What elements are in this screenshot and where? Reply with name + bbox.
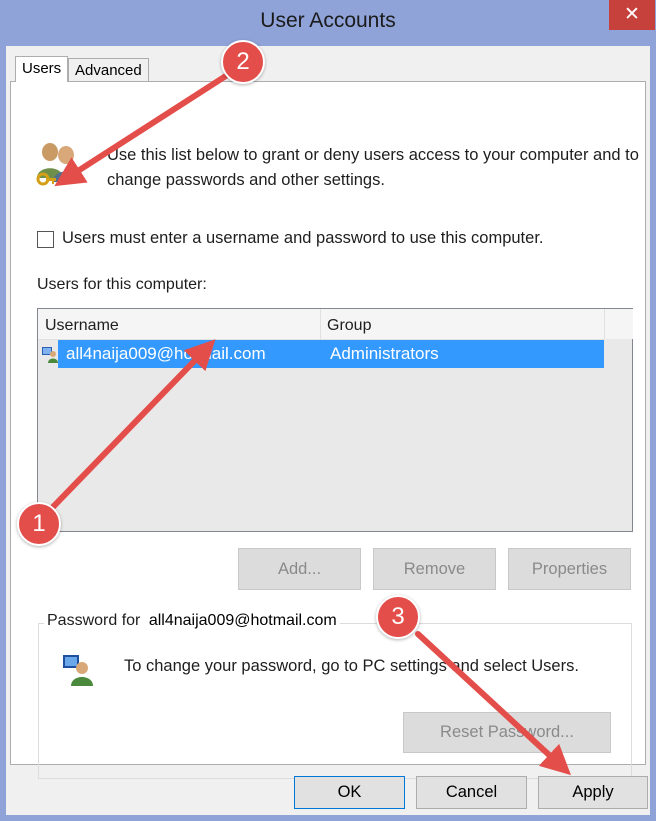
annotation-badge-1: 1 [17,502,61,546]
reset-password-button[interactable]: Reset Password... [403,712,611,753]
table-row[interactable]: all4naija009@hotmail.com Administrators [58,340,604,368]
apply-button[interactable]: Apply [538,776,648,809]
require-login-label[interactable]: Users must enter a username and password… [62,229,543,248]
remove-user-button[interactable]: Remove [373,548,496,590]
column-header-group[interactable]: Group [327,317,371,335]
user-password-icon [63,655,93,686]
list-header: Username Group [38,309,604,340]
ok-button[interactable]: OK [294,776,405,809]
column-divider[interactable] [320,309,321,339]
password-for-label: Password for [47,612,141,629]
users-list[interactable]: Username Group all4naija009@hotmail.com … [37,308,633,532]
tab-users[interactable]: Users [15,56,69,82]
dialog-client-area: Users Advanced Use this list below to gr… [6,46,650,815]
annotation-badge-2: 2 [221,40,265,84]
list-header-filler [604,309,633,339]
row-username: all4naija009@hotmail.com [66,344,266,363]
cancel-button[interactable]: Cancel [416,776,527,809]
close-button[interactable]: ✕ [609,0,655,30]
title-bar[interactable]: User Accounts ✕ [0,0,656,46]
column-header-username[interactable]: Username [45,317,119,335]
user-accounts-window: User Accounts ✕ Users Advanced Use this … [0,0,656,821]
password-user-name: all4naija009@hotmail.com [148,612,337,629]
row-group: Administrators [330,344,439,363]
tab-advanced[interactable]: Advanced [68,58,149,82]
properties-button[interactable]: Properties [508,548,631,590]
user-account-icon [42,347,58,363]
users-tab-panel: Use this list below to grant or deny use… [10,81,646,779]
password-groupbox [38,623,632,779]
window-title: User Accounts [260,9,396,32]
require-login-checkbox[interactable] [37,231,54,248]
password-group-legend: Password for all4naija009@hotmail.com [44,612,340,630]
add-user-button[interactable]: Add... [238,548,361,590]
intro-description: Use this list below to grant or deny use… [107,146,639,189]
annotation-badge-3: 3 [376,595,420,639]
users-list-label: Users for this computer: [37,276,207,293]
users-keys-icon [36,143,79,186]
password-change-instructions: To change your password, go to PC settin… [124,657,579,675]
